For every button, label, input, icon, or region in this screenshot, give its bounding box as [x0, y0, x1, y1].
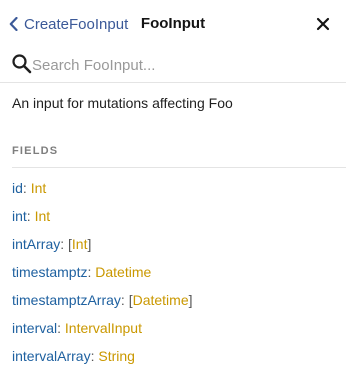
- colon: :: [26, 208, 35, 224]
- type-description: An input for mutations affecting Foo: [12, 95, 233, 111]
- colon: :: [57, 320, 65, 336]
- field-type[interactable]: Int: [31, 180, 47, 196]
- field-row-int: int: Int: [12, 208, 193, 236]
- field-type[interactable]: Datetime: [95, 264, 151, 280]
- search-input[interactable]: [32, 55, 332, 75]
- field-name[interactable]: timestamptzArray: [12, 292, 121, 308]
- close-button[interactable]: [316, 17, 330, 31]
- field-name[interactable]: intArray: [12, 236, 60, 252]
- section-divider: [12, 167, 346, 168]
- colon: :: [60, 236, 69, 252]
- search-icon: [12, 54, 32, 74]
- list-close-bracket: ]: [188, 292, 193, 308]
- colon: :: [22, 180, 31, 196]
- field-row-intervalArray: intervalArray: String: [12, 348, 193, 376]
- field-type[interactable]: Int: [72, 236, 88, 252]
- search-bar: [0, 48, 346, 83]
- field-name[interactable]: intervalArray: [12, 348, 91, 364]
- doc-header: CreateFooInput FooInput: [0, 0, 346, 48]
- field-type[interactable]: String: [98, 348, 135, 364]
- field-name[interactable]: interval: [12, 320, 57, 336]
- colon: :: [120, 292, 129, 308]
- field-type[interactable]: Int: [35, 208, 51, 224]
- close-icon: [316, 17, 330, 31]
- field-row-timestamptz: timestamptz: Datetime: [12, 264, 193, 292]
- field-row-timestamptzArray: timestamptzArray: [Datetime]: [12, 292, 193, 320]
- field-name[interactable]: id: [12, 180, 23, 196]
- field-row-id: id: Int: [12, 180, 193, 208]
- field-name[interactable]: int: [12, 208, 27, 224]
- field-row-intArray: intArray: [Int]: [12, 236, 193, 264]
- fields-list: id: Int int: Int intArray: [Int] timesta…: [12, 180, 193, 376]
- field-type[interactable]: IntervalInput: [65, 320, 142, 336]
- field-row-interval: interval: IntervalInput: [12, 320, 193, 348]
- list-close-bracket: ]: [87, 236, 92, 252]
- page-title: FooInput: [140, 15, 206, 32]
- field-type[interactable]: Datetime: [133, 292, 189, 308]
- fields-section-title: FIELDS: [12, 145, 59, 157]
- field-name[interactable]: timestamptz: [12, 264, 87, 280]
